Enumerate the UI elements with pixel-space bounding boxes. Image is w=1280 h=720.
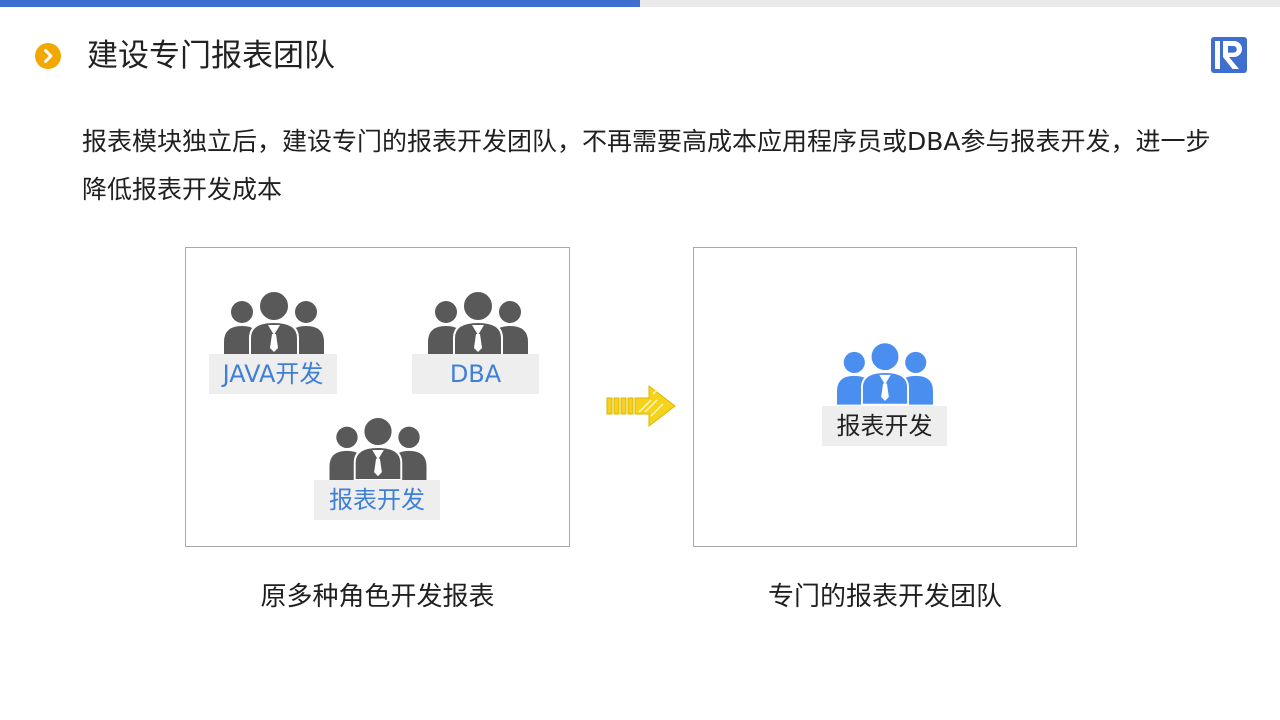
progress-fill [0,0,640,7]
left-caption: 原多种角色开发报表 [260,582,495,612]
left-panel: JAVA开发 DBA 报表开发 [185,247,570,547]
runqian-logo-icon [1210,36,1248,74]
tag-dba: DBA [412,354,539,394]
slide-title: 建设专门报表团队 [87,38,335,74]
tag-report-dev-team: 报表开发 [822,406,947,446]
people-group-icon [329,416,427,480]
right-caption: 专门的报表开发团队 [767,582,1002,612]
people-group-icon [428,290,528,356]
body-paragraph: 报表模块独立后，建设专门的报表开发团队，不再需要高成本应用程序员或DBA参与报表… [82,127,1211,204]
tag-java-dev: JAVA开发 [209,354,337,394]
people-group-icon [837,341,933,405]
right-panel: 报表开发 [693,247,1077,547]
people-group-icon [224,290,324,356]
progress-track [0,0,1280,7]
chevron-right-circle-icon [35,43,61,69]
tag-report-dev: 报表开发 [314,480,440,520]
striped-arrow-icon [605,382,677,434]
